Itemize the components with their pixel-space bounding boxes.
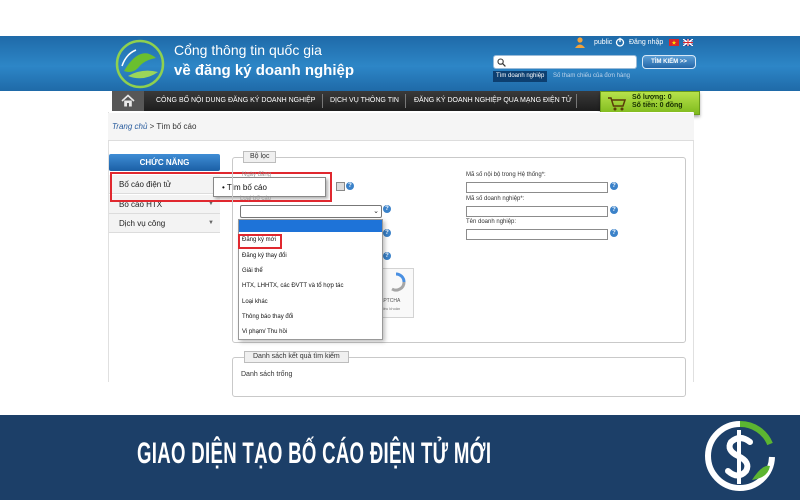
announcement-type-select[interactable]: ⌄ [240, 205, 382, 218]
search-icon [497, 58, 506, 67]
logo-leaf-icon[interactable] [114, 38, 166, 90]
dollar-brand-icon [705, 420, 775, 491]
chevron-down-icon: ▼ [208, 220, 214, 226]
chevron-down-icon: ⌄ [373, 208, 379, 215]
highlight-box [238, 234, 282, 249]
dropdown-option-violation[interactable]: Vi phạm/ Thu hồi [242, 329, 287, 335]
site-title-line1: Cổng thông tin quốc gia [174, 42, 322, 58]
help-icon[interactable]: ? [610, 229, 618, 237]
dropdown-option-cooperative[interactable]: HTX, LHHTX, các ĐVTT và tổ hợp tác [242, 283, 344, 289]
home-icon [121, 94, 135, 107]
breadcrumb-current: Tìm bố cáo [156, 122, 197, 131]
search-button[interactable]: TÌM KIẾM >> [642, 55, 696, 69]
results-legend: Danh sách kết quả tìm kiếm [244, 351, 349, 363]
enterprise-code-label: Mã số doanh nghiệp*: [466, 196, 525, 202]
nav-item-online-registration[interactable]: ĐĂNG KÝ DOANH NGHIỆP QUA MẠNG ĐIỆN TỬ [414, 91, 572, 111]
uk-flag-icon[interactable] [683, 39, 693, 46]
nav-item-info-services[interactable]: DỊCH VỤ THÔNG TIN [330, 91, 399, 111]
filter-legend: Bộ lọc [243, 151, 277, 163]
sidebar-header: CHỨC NĂNG [109, 154, 220, 171]
help-icon[interactable]: ? [610, 182, 618, 190]
recaptcha-icon [391, 272, 406, 292]
breadcrumb-home-link[interactable]: Trang chủ [112, 122, 147, 131]
sidebar-item-public-services[interactable]: Dịch vụ công ▼ [109, 214, 220, 233]
sidebar-item-label: Dịch vụ công [119, 219, 166, 228]
dropdown-option-other[interactable]: Loại khác [242, 299, 268, 305]
captcha-label: APTCHA [380, 298, 401, 304]
nav-divider [322, 94, 323, 108]
help-icon[interactable]: ? [383, 229, 391, 237]
user-icon [575, 37, 585, 48]
banner-title: GIAO DIỆN TẠO BỐ CÁO ĐIỆN TỬ MỚI [137, 437, 492, 470]
search-input[interactable] [493, 55, 637, 69]
internal-id-label: Mã số nội bộ trong Hệ thống*: [466, 172, 546, 178]
enterprise-name-label: Tên doanh nghiệp: [466, 219, 517, 225]
tab-order-reference[interactable]: Số tham chiếu của đơn hàng [553, 71, 630, 82]
nav-item-publish[interactable]: CÔNG BỐ NỘI DUNG ĐĂNG KÝ DOANH NGHIỆP [156, 91, 315, 111]
cart-quantity: Số lượng: 0 [632, 94, 672, 101]
breadcrumb-separator: > [149, 122, 155, 131]
cart-amount: Số tiền: 0 đồng [632, 102, 683, 109]
enterprise-code-field[interactable] [466, 206, 608, 217]
help-icon[interactable]: ? [346, 182, 354, 190]
help-icon[interactable]: ? [383, 205, 391, 213]
dropdown-option-change-registration[interactable]: Đăng ký thay đổi [242, 253, 287, 259]
help-icon[interactable]: ? [610, 206, 618, 214]
breadcrumb-text: Trang chủ > Tìm bố cáo [112, 122, 196, 131]
power-icon[interactable] [615, 37, 625, 47]
site-title-line2: về đăng ký doanh nghiệp [174, 62, 355, 79]
dropdown-option-blank[interactable] [239, 220, 382, 232]
calendar-icon[interactable] [336, 182, 345, 191]
results-empty-text: Danh sách trống [241, 371, 293, 378]
dropdown-option-dissolution[interactable]: Giải thể [242, 268, 263, 274]
nav-divider [405, 94, 406, 108]
captcha-widget[interactable]: APTCHA Điều khoản [380, 268, 414, 318]
home-button[interactable] [112, 91, 144, 111]
type-label: Loại bố cáo [240, 196, 272, 202]
tab-find-enterprise[interactable]: Tìm doanh nghiệp [493, 71, 548, 82]
results-fieldset [232, 357, 686, 397]
screenshot-stage: Cổng thông tin quốc gia về đăng ký doanh… [0, 0, 800, 500]
dropdown-option-change-notice[interactable]: Thông báo thay đổi [242, 314, 293, 320]
vietnam-flag-icon[interactable] [669, 39, 679, 46]
login-link[interactable]: Đăng nhập [629, 37, 663, 49]
enterprise-name-field[interactable] [466, 229, 608, 240]
cart-icon [608, 97, 627, 111]
date-label: Ngày đăng [242, 172, 272, 178]
help-icon[interactable]: ? [383, 252, 391, 260]
internal-id-field[interactable] [466, 182, 608, 193]
captcha-terms-link[interactable]: Điều khoản [380, 306, 400, 311]
nav-divider [576, 94, 577, 108]
user-label[interactable]: public [594, 37, 612, 49]
